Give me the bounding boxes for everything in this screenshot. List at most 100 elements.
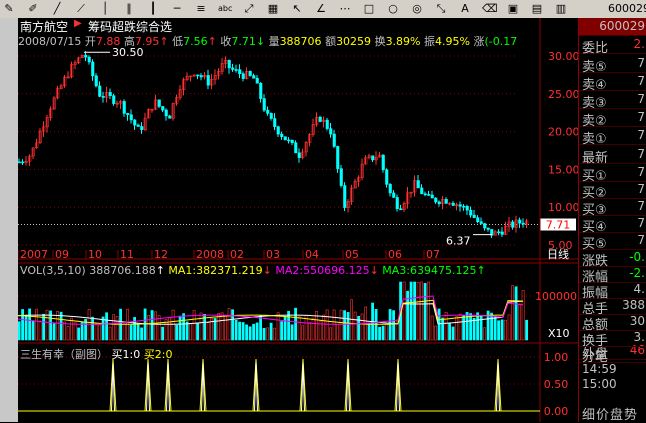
candle-body bbox=[161, 106, 165, 111]
cycle-icon[interactable]: ◎ bbox=[410, 2, 424, 15]
candle-body bbox=[157, 99, 161, 107]
ellipsis-icon[interactable]: ⋯ bbox=[338, 2, 352, 15]
volume-bar bbox=[518, 303, 522, 341]
buy-row-5-value: 7 bbox=[637, 233, 645, 247]
candle-body bbox=[231, 67, 235, 70]
amplitude-label: 振 bbox=[424, 35, 436, 47]
volume-bar bbox=[143, 308, 147, 341]
ma3-label: MA3: bbox=[382, 264, 411, 277]
candle-body bbox=[234, 69, 238, 71]
volume-bar bbox=[388, 309, 392, 341]
eraser-icon[interactable]: ⌫ bbox=[482, 2, 498, 15]
up-arrow-icon: ↑ bbox=[207, 35, 217, 47]
volume-bar bbox=[444, 311, 448, 341]
sell-row-1-label: 卖① bbox=[582, 132, 607, 147]
angle-icon[interactable]: ∠ bbox=[314, 2, 328, 15]
cursor-icon[interactable]: ↖ bbox=[290, 2, 304, 15]
volume-bar bbox=[451, 326, 455, 341]
stock-code-icon[interactable]: ▥ bbox=[554, 2, 568, 15]
volume-bar bbox=[168, 317, 172, 341]
volume-bar bbox=[35, 308, 39, 341]
stat-row-6: 分笔 bbox=[579, 345, 646, 365]
volume-bar bbox=[378, 326, 382, 341]
parallel-icon[interactable]: ∥ bbox=[122, 2, 136, 15]
candle-body bbox=[227, 59, 231, 69]
play-arrow-icon[interactable]: ▶ bbox=[74, 18, 82, 29]
hline-icon[interactable]: ─ bbox=[170, 2, 184, 15]
candle-body bbox=[290, 139, 294, 144]
stock-code-row: 600029 bbox=[579, 18, 646, 36]
max-price-label: 30.50 bbox=[112, 46, 144, 59]
x-tick-label: 05 bbox=[345, 248, 359, 261]
stock-code-label: 600029 bbox=[608, 2, 646, 15]
pencil-icon[interactable]: ✎ bbox=[2, 2, 16, 15]
volume-bar bbox=[294, 307, 298, 341]
table-icon[interactable]: ▦ bbox=[266, 2, 280, 15]
amplitude-value: 4.95% bbox=[435, 35, 470, 47]
volume-bar bbox=[252, 323, 256, 341]
x-tick-label: 06 bbox=[388, 248, 402, 261]
volume-bar bbox=[18, 321, 21, 341]
stat-row-6-label: 分笔 bbox=[582, 350, 609, 365]
indicator-y-tick: 0.00 bbox=[544, 405, 569, 418]
rectangle-icon[interactable]: □ bbox=[362, 2, 376, 15]
vol-indicator-value: 388706.188 bbox=[89, 264, 156, 277]
volume-bar bbox=[423, 283, 427, 341]
volume-bar bbox=[413, 281, 417, 341]
volume-bar bbox=[234, 319, 238, 341]
x-tick-label: 11 bbox=[120, 248, 134, 261]
sell-row-5: 卖⑤ 7 bbox=[579, 55, 646, 75]
volume-bar bbox=[360, 313, 364, 341]
buy-row-3: 买③ 7 bbox=[579, 198, 646, 218]
candle-body bbox=[168, 115, 172, 119]
volume-bar bbox=[427, 281, 431, 341]
ma1-label: MA1: bbox=[168, 264, 197, 277]
sell-row-3: 卖③ 7 bbox=[579, 91, 646, 111]
open-label: 开 bbox=[84, 35, 96, 47]
detail-tabs[interactable]: 细价盘势 bbox=[582, 404, 638, 423]
volume-bar bbox=[297, 316, 301, 341]
trend-line-icon[interactable]: ╱ bbox=[50, 2, 64, 15]
min-price-label: 6.37 bbox=[446, 235, 471, 248]
volume-bar bbox=[133, 317, 137, 341]
volume-bar bbox=[448, 323, 452, 341]
left-panel-strip bbox=[0, 18, 18, 422]
volume-bar bbox=[339, 309, 343, 341]
volume-bar bbox=[70, 317, 74, 341]
fan-icon[interactable]: ⤢ bbox=[242, 2, 256, 15]
pencil2-icon[interactable]: ✐ bbox=[26, 2, 40, 15]
volume-bar bbox=[472, 317, 476, 341]
vline-icon[interactable]: ┃ bbox=[146, 2, 160, 15]
candle-body bbox=[94, 75, 98, 87]
buy1-label: 买1: bbox=[111, 348, 134, 361]
vol-value: 388706 bbox=[279, 35, 322, 47]
candle-body bbox=[196, 74, 200, 77]
circle-icon[interactable]: ○ bbox=[386, 2, 400, 15]
y-tick-label: 15.00 bbox=[548, 163, 578, 176]
vertical-line-icon[interactable]: │ bbox=[98, 2, 112, 15]
bucket-icon[interactable]: ▣ bbox=[506, 2, 520, 15]
volume-bar bbox=[108, 326, 112, 341]
volume-bar bbox=[266, 327, 270, 341]
candle-body bbox=[381, 154, 385, 171]
quote-info-bar: 2008/07/15 开7.88 高7.95↑ 低7.56↑ 收7.71↓ 量3… bbox=[18, 33, 578, 47]
x-tick-label: 04 bbox=[305, 248, 319, 261]
sell-row-4: 卖④ 7 bbox=[579, 73, 646, 93]
indicator-y-tick: 1.00 bbox=[544, 351, 569, 364]
grid-icon[interactable]: ▤ bbox=[530, 2, 544, 15]
vol-label: 量 bbox=[268, 35, 280, 47]
volume-bar bbox=[420, 281, 424, 341]
slash-icon[interactable]: ⟋ bbox=[74, 2, 88, 15]
channel-icon[interactable]: ≡ bbox=[194, 2, 208, 15]
candle-body bbox=[392, 192, 396, 198]
buy-row-4: 买④ 7 bbox=[579, 215, 646, 235]
candle-body bbox=[112, 95, 116, 104]
candle-body bbox=[287, 139, 291, 142]
volume-bar bbox=[430, 315, 434, 341]
volume-bar bbox=[217, 313, 221, 341]
abc-icon[interactable]: abc bbox=[218, 2, 232, 15]
diagonal-icon[interactable]: ⤡ bbox=[434, 2, 448, 15]
volume-bar bbox=[367, 322, 371, 341]
candle-body bbox=[248, 71, 252, 76]
text-icon[interactable]: A bbox=[458, 2, 472, 15]
